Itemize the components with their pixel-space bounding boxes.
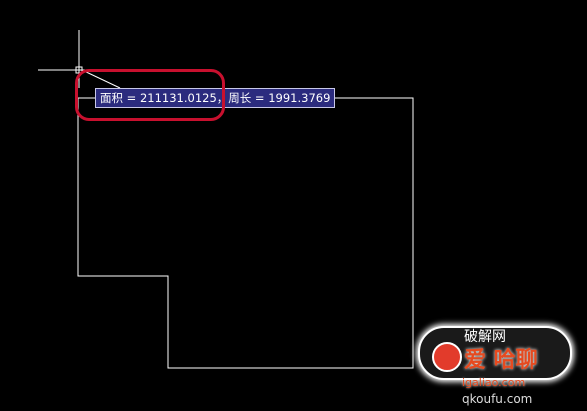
polyline-outline[interactable]	[77, 97, 414, 369]
watermark-url-secondary: qkoufu.com	[462, 392, 533, 406]
red-highlight-annotation	[75, 69, 225, 121]
watermark-badge: 破解网 爱 哈聊	[418, 326, 572, 380]
watermark-url: igaliao.com	[462, 376, 526, 389]
watermark-logo-icon	[432, 342, 462, 372]
watermark-main-text: 爱 哈聊	[464, 348, 538, 373]
cad-drawing-area[interactable]: 面积 = 211131.0125，周长 = 1991.3769 破解网 爱 哈聊…	[0, 0, 587, 411]
watermark: 破解网 爱 哈聊 igaliao.com qkoufu.com	[414, 322, 574, 408]
